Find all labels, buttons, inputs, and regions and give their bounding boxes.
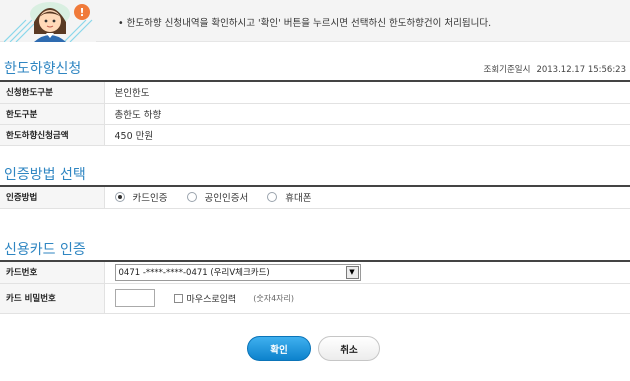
mouse-input-label: 마우스로입력 [186, 294, 237, 305]
svg-text:!: ! [79, 6, 84, 19]
counselor-avatar-icon: ! [4, 0, 96, 42]
auth-section-title: 인증방법 선택 [4, 167, 86, 183]
query-time: 조회기준일시 2013.12.17 15:56:23 [484, 63, 626, 75]
card-table: 카드번호 0471 -****-****-0471 (우리V체크카드) ▼ 카드… [0, 262, 630, 314]
chevron-down-icon[interactable]: ▼ [345, 265, 359, 279]
notice-text: • 한도하향 신청내역을 확인하시고 '확인' 버튼을 누르시면 선택하신 한도… [118, 18, 492, 29]
row-label: 한도하향신청금액 [0, 124, 105, 146]
cancel-button[interactable]: 취소 [318, 336, 380, 361]
table-row: 카드 비밀번호 마우스로입력 (숫자4자리) [0, 283, 630, 314]
row-value: 총한도 하향 [104, 103, 630, 125]
radio-card-auth[interactable]: 카드인증 [114, 190, 168, 204]
auth-table: 인증방법 카드인증 공인인증서 휴대폰 [0, 187, 630, 209]
table-row: 신청한도구분 본인한도 [0, 82, 630, 104]
card-password-input[interactable] [114, 289, 155, 307]
radio-label: 카드인증 [132, 192, 168, 204]
table-row: 한도하향신청금액 450 만원 [0, 124, 630, 146]
auth-method-label: 인증방법 [0, 187, 105, 209]
row-value: 본인한도 [104, 82, 630, 104]
radio-phone-auth[interactable]: 휴대폰 [267, 190, 311, 204]
limit-table: 신청한도구분 본인한도 한도구분 총한도 하향 한도하향신청금액 450 만원 [0, 82, 630, 146]
radio-unselected-icon[interactable] [186, 191, 197, 202]
notice-banner: ! • 한도하향 신청내역을 확인하시고 '확인' 버튼을 누르시면 선택하신 … [0, 0, 630, 42]
radio-certificate-auth[interactable]: 공인인증서 [186, 190, 249, 204]
table-row: 한도구분 총한도 하향 [0, 103, 630, 125]
row-value: 450 만원 [104, 124, 630, 146]
card-password-label: 카드 비밀번호 [0, 283, 105, 314]
mouse-input-checkbox[interactable]: 마우스로입력 [173, 292, 237, 305]
radio-unselected-icon[interactable] [267, 191, 278, 202]
radio-selected-icon[interactable] [114, 191, 125, 202]
card-number-value: 0471 -****-****-0471 (우리V체크카드) [118, 268, 270, 279]
table-row: 인증방법 카드인증 공인인증서 휴대폰 [0, 187, 630, 209]
card-number-cell: 0471 -****-****-0471 (우리V체크카드) ▼ [104, 262, 630, 284]
auth-method-options: 카드인증 공인인증서 휴대폰 [104, 187, 630, 209]
password-hint: (숫자4자리) [253, 293, 295, 303]
confirm-button[interactable]: 확인 [247, 336, 311, 361]
card-number-label: 카드번호 [0, 262, 105, 284]
query-time-label: 조회기준일시 [483, 65, 531, 75]
card-number-select[interactable]: 0471 -****-****-0471 (우리V체크카드) ▼ [114, 263, 361, 281]
radio-label: 공인인증서 [204, 192, 249, 204]
radio-label: 휴대폰 [285, 192, 312, 204]
checkbox-icon[interactable] [173, 293, 183, 303]
card-section-title: 신용카드 인증 [4, 242, 86, 258]
query-time-value: 2013.12.17 15:56:23 [536, 65, 626, 75]
table-row: 카드번호 0471 -****-****-0471 (우리V체크카드) ▼ [0, 262, 630, 284]
card-password-cell: 마우스로입력 (숫자4자리) [104, 283, 630, 314]
row-label: 신청한도구분 [0, 82, 105, 104]
row-label: 한도구분 [0, 103, 105, 125]
limit-section-title: 한도하향신청 [4, 61, 82, 77]
